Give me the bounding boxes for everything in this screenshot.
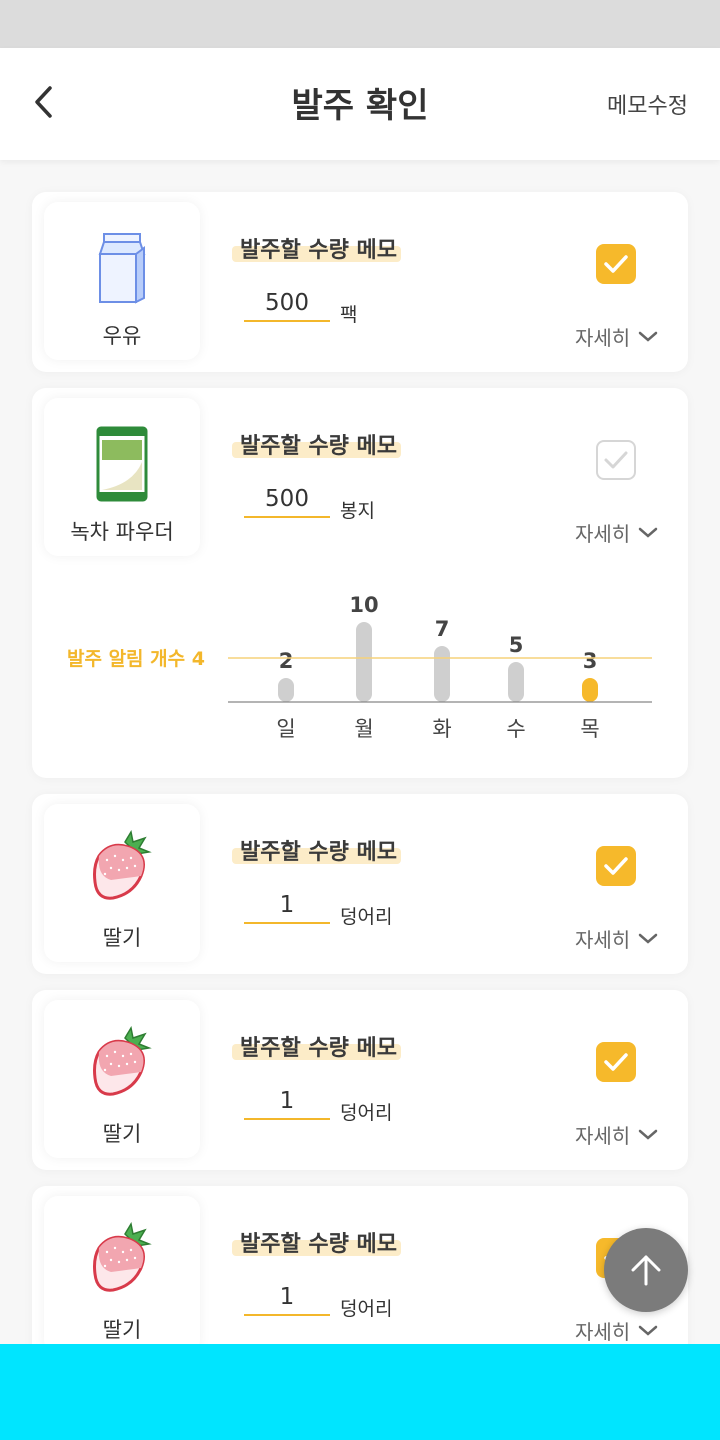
chart-value-label: 7 (435, 617, 450, 641)
chart-bar-1 (356, 622, 372, 702)
item-thumbnail: 녹차 파우더 (44, 398, 200, 556)
memo-title: 발주할 수량 메모 (232, 234, 401, 264)
order-checkbox[interactable] (596, 244, 636, 284)
item-name: 우유 (102, 324, 142, 348)
chart-category-label: 수 (506, 717, 525, 741)
quantity-input[interactable]: 1 (244, 1088, 330, 1120)
item-thumbnail: 우유 (44, 202, 200, 360)
memo-title: 발주할 수량 메모 (232, 836, 401, 866)
weekly-order-chart: 2 일 10 월 7 화 5 수 3 목 (228, 593, 652, 741)
detail-toggle[interactable]: 자세히 (575, 1120, 658, 1149)
chart-bar-2 (434, 646, 450, 702)
order-card-strawberry: 딸기 발주할 수량 메모 1 덩어리 자세히 (32, 1186, 688, 1366)
strawberry-icon (93, 1222, 152, 1292)
detail-toggle[interactable]: 자세히 (575, 518, 658, 547)
order-checkbox[interactable] (596, 1042, 636, 1082)
item-thumbnail: 딸기 (44, 1196, 200, 1354)
quantity-input[interactable]: 500 (244, 290, 330, 322)
quantity-unit: 팩 (340, 304, 358, 326)
chart-category-label: 목 (580, 717, 599, 741)
order-card-green-tea: 녹차 파우더 발주할 수량 메모 500 봉지 자세히 발주 알림 개수 4 2… (32, 388, 688, 778)
memo-title: 발주할 수량 메모 (232, 1032, 401, 1062)
quantity-unit: 덩어리 (340, 906, 393, 928)
chevron-down-icon (638, 331, 658, 342)
chart-bar-3 (508, 662, 524, 702)
chart-bar-0 (278, 678, 294, 702)
green-tea-powder-icon (96, 426, 148, 502)
checkmark-icon (604, 255, 628, 273)
chart-category-label: 화 (432, 717, 451, 741)
status-bar (0, 0, 720, 48)
quantity-input[interactable]: 500 (244, 486, 330, 518)
app-header: 발주 확인 메모수정 (0, 48, 720, 160)
chart-bar-4 (582, 678, 598, 702)
chart-category-label: 월 (354, 717, 373, 741)
item-name: 녹차 파우더 (70, 520, 174, 544)
milk-carton-icon (98, 233, 146, 304)
order-card-strawberry: 딸기 발주할 수량 메모 1 덩어리 자세히 (32, 990, 688, 1170)
memo-title: 발주할 수량 메모 (232, 1228, 401, 1258)
chevron-down-icon (638, 933, 658, 944)
checkmark-icon (604, 451, 628, 469)
arrow-up-icon (631, 1255, 661, 1286)
strawberry-icon (93, 830, 152, 900)
quantity-input[interactable]: 1 (244, 892, 330, 924)
item-name: 딸기 (102, 926, 142, 950)
detail-toggle[interactable]: 자세히 (575, 1316, 658, 1345)
chart-value-label: 3 (583, 649, 598, 673)
quantity-input[interactable]: 1 (244, 1284, 330, 1316)
chart-value-label: 5 (509, 633, 524, 657)
scroll-to-top-button[interactable] (604, 1228, 688, 1312)
quantity-unit: 덩어리 (340, 1102, 393, 1124)
order-alert-label: 발주 알림 개수 4 (67, 648, 205, 670)
order-card-strawberry: 딸기 발주할 수량 메모 1 덩어리 자세히 (32, 794, 688, 974)
item-name: 딸기 (102, 1122, 142, 1146)
order-card-milk: 우유 발주할 수량 메모 500 팩 자세히 (32, 192, 688, 372)
memo-edit-button[interactable]: 메모수정 (607, 88, 688, 120)
chart-value-label: 2 (279, 649, 294, 673)
chart-category-label: 일 (276, 717, 295, 741)
order-checkbox[interactable] (596, 440, 636, 480)
chevron-down-icon (638, 1129, 658, 1140)
bottom-bar (0, 1344, 720, 1440)
chart-value-label: 10 (349, 593, 378, 617)
item-thumbnail: 딸기 (44, 804, 200, 962)
chevron-down-icon (638, 1325, 658, 1336)
item-name: 딸기 (102, 1318, 142, 1342)
chevron-down-icon (638, 527, 658, 538)
quantity-unit: 봉지 (340, 500, 375, 522)
item-thumbnail: 딸기 (44, 1000, 200, 1158)
detail-toggle[interactable]: 자세히 (575, 924, 658, 953)
memo-title: 발주할 수량 메모 (232, 430, 401, 460)
detail-toggle[interactable]: 자세히 (575, 322, 658, 351)
quantity-unit: 덩어리 (340, 1298, 393, 1320)
order-checkbox[interactable] (596, 846, 636, 886)
strawberry-icon (93, 1026, 152, 1096)
checkmark-icon (604, 1053, 628, 1071)
checkmark-icon (604, 857, 628, 875)
